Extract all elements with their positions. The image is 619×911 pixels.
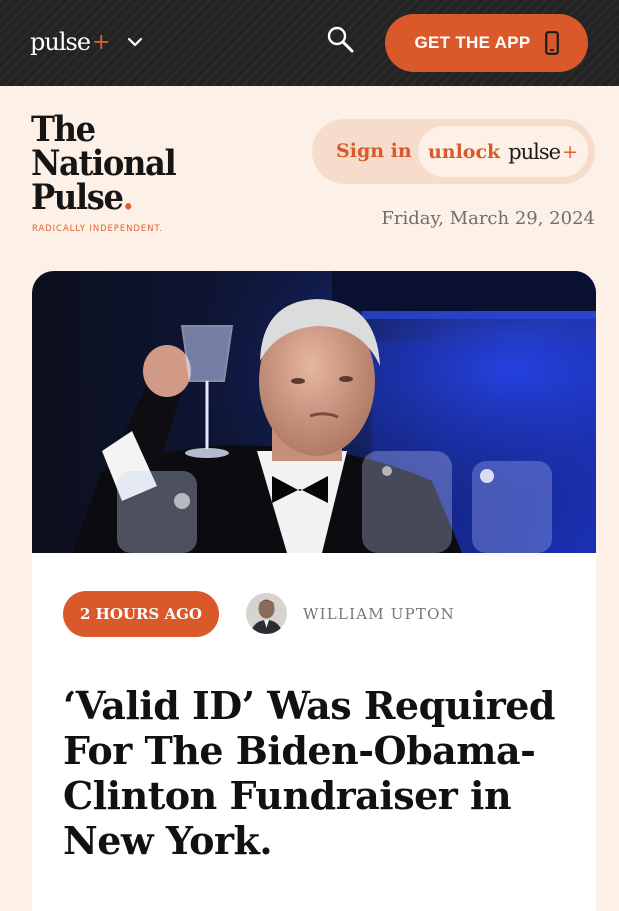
current-date: Friday, March 29, 2024 xyxy=(381,208,595,229)
chevron-down-icon xyxy=(128,37,143,47)
pulse-plus-mark: + xyxy=(92,29,111,55)
logo-line-1: The xyxy=(31,109,96,150)
pulse-brand-logo: pulse xyxy=(30,28,91,56)
account-pill: Sign in unlock pulse + xyxy=(312,119,595,184)
unlock-pulse-plus-button[interactable]: unlock pulse + xyxy=(418,126,588,177)
article-card[interactable]: 2 HOURS AGO WILLIAM UPTON ‘Valid ID’ Was… xyxy=(32,271,596,911)
logo-dot: . xyxy=(122,177,134,218)
search-icon[interactable] xyxy=(324,24,356,56)
unlock-brand: pulse xyxy=(508,139,561,164)
national-pulse-logo[interactable]: The National Pulse. xyxy=(31,109,191,215)
top-bar: pulse + GET THE APP xyxy=(0,0,619,86)
author-name: WILLIAM UPTON xyxy=(303,604,455,623)
logo-line-3: Pulse. xyxy=(31,180,178,215)
phone-icon xyxy=(544,31,559,55)
time-ago-badge: 2 HOURS AGO xyxy=(63,591,219,637)
get-the-app-button[interactable]: GET THE APP xyxy=(385,14,588,72)
logo-line-3-text: Pulse xyxy=(31,177,124,218)
sign-in-link[interactable]: Sign in xyxy=(336,119,412,184)
get-the-app-label: GET THE APP xyxy=(414,33,531,52)
unlock-label: unlock xyxy=(427,140,501,163)
author-byline[interactable]: WILLIAM UPTON xyxy=(246,593,455,634)
author-avatar xyxy=(246,593,287,634)
article-headline[interactable]: ‘Valid ID’ Was Required For The Biden-Ob… xyxy=(63,683,583,863)
unlock-plus-mark: + xyxy=(562,140,579,163)
tagline: RADICALLY INDEPENDENT. xyxy=(32,224,164,234)
logo-line-2: National xyxy=(31,143,177,184)
pulse-menu-toggle[interactable]: pulse + xyxy=(30,24,144,60)
article-hero-image[interactable] xyxy=(32,271,596,553)
